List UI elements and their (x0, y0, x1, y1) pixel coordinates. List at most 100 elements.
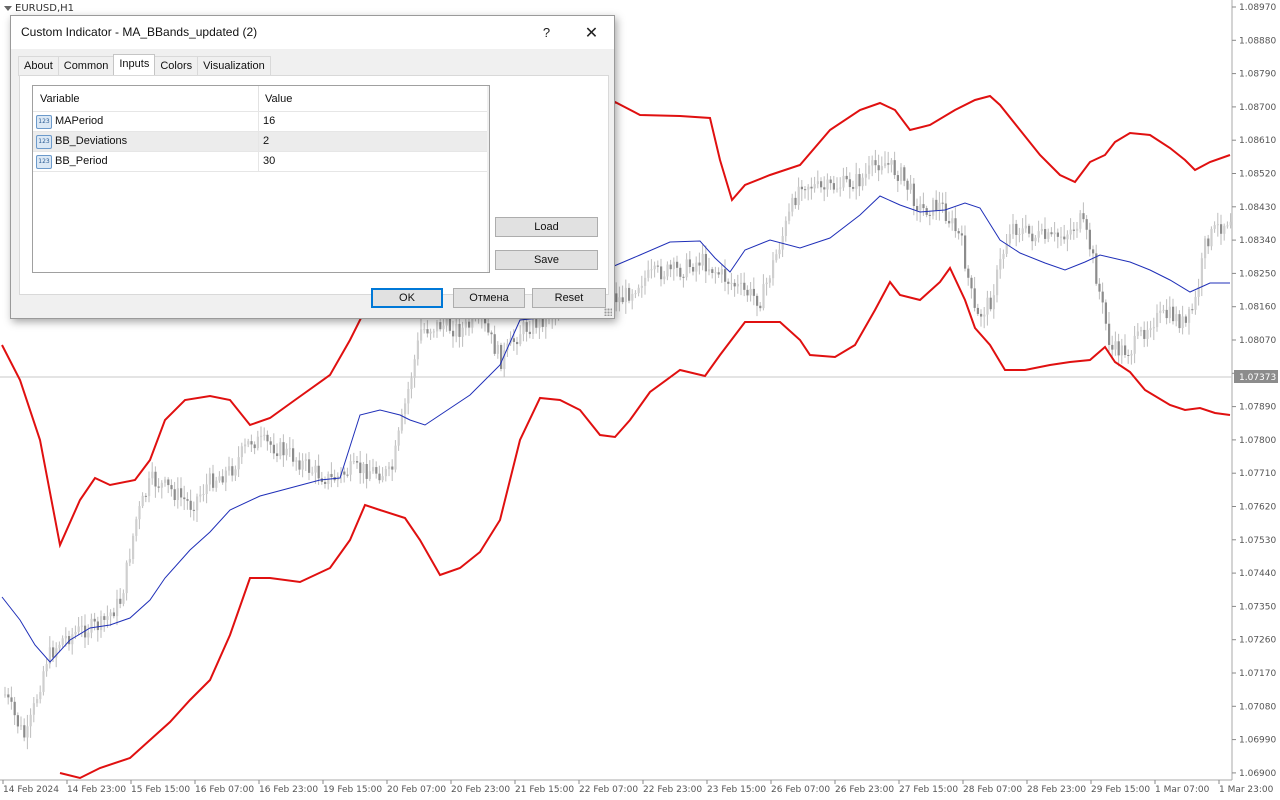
candle-body (784, 220, 787, 236)
candle-body (935, 199, 938, 212)
candle-body (1028, 225, 1031, 234)
tab-visualization[interactable]: Visualization (197, 56, 271, 76)
candle-body (1002, 253, 1005, 259)
candle-body (650, 269, 653, 271)
candle-body (749, 288, 752, 296)
header-value[interactable]: Value (265, 93, 292, 105)
candle-body (1210, 228, 1213, 247)
candle-body (20, 725, 23, 727)
help-button[interactable]: ? (524, 16, 569, 49)
candle-body (1162, 309, 1165, 311)
reset-button[interactable]: Reset (532, 288, 606, 308)
dialog-titlebar[interactable]: Custom Indicator - MA_BBands_updated (2)… (11, 16, 614, 49)
column-divider[interactable] (258, 86, 259, 111)
candle-body (90, 618, 93, 633)
candle-body (624, 287, 627, 303)
candle-body (1124, 345, 1127, 355)
candle-body (7, 694, 10, 698)
candle-body (138, 506, 141, 520)
tab-common[interactable]: Common (57, 56, 115, 76)
tab-about[interactable]: About (18, 56, 59, 76)
candle-body (512, 338, 515, 342)
close-button[interactable]: ✕ (569, 16, 614, 49)
candle-body (192, 509, 195, 511)
candle-body (397, 430, 400, 446)
candle-body (989, 297, 992, 310)
resize-grip-icon[interactable] (604, 308, 612, 316)
candle-body (964, 235, 967, 269)
candle-body (202, 494, 205, 496)
candle-body (813, 184, 816, 189)
candle-body (199, 494, 202, 497)
candle-body (420, 329, 423, 341)
save-button[interactable]: Save (495, 250, 598, 270)
candle-body (80, 625, 83, 627)
candle-body (231, 466, 234, 476)
price-tick-label: 1.08880 (1239, 36, 1276, 46)
candle-body (788, 211, 791, 221)
price-tick-label: 1.08700 (1239, 103, 1276, 113)
candle-body (1216, 224, 1219, 226)
candle-body (877, 165, 880, 171)
candle-body (122, 593, 125, 604)
candle-body (736, 283, 739, 287)
candle-body (701, 253, 704, 266)
ok-button[interactable]: OK (371, 288, 443, 308)
candle-body (1079, 213, 1082, 229)
cancel-button[interactable]: Отмена (453, 288, 525, 308)
table-row[interactable]: 123 BB_Period 30 (33, 152, 489, 172)
candle-body (756, 295, 759, 306)
table-row[interactable]: 123 MAPeriod 16 (33, 112, 489, 132)
candle-body (218, 476, 221, 481)
dialog-title: Custom Indicator - MA_BBands_updated (2) (21, 25, 258, 39)
candle-body (525, 322, 528, 332)
table-scrollbar[interactable] (487, 86, 489, 272)
time-tick-label: 26 Feb 07:00 (771, 785, 830, 795)
candle-body (980, 313, 983, 317)
row-variable: MAPeriod (55, 115, 104, 127)
candle-body (1015, 223, 1018, 235)
row-value[interactable]: 2 (263, 135, 269, 147)
tab-inputs[interactable]: Inputs (113, 54, 156, 77)
candle-body (330, 473, 333, 478)
candle-body (1098, 283, 1101, 292)
candle-body (244, 444, 247, 447)
row-value[interactable]: 30 (263, 155, 275, 167)
price-tick-label: 1.07350 (1239, 602, 1276, 612)
symbol-label[interactable]: EURUSD,H1 (4, 3, 74, 14)
candle-body (1133, 335, 1136, 354)
candle-body (109, 612, 112, 617)
table-row[interactable]: 123 BB_Deviations 2 (33, 132, 489, 152)
load-button[interactable]: Load (495, 217, 598, 237)
price-tick-label: 1.07710 (1239, 469, 1276, 479)
candle-body (954, 218, 957, 232)
candle-body (36, 699, 39, 704)
time-tick-label: 22 Feb 23:00 (643, 785, 702, 795)
candle-body (39, 691, 42, 700)
header-variable[interactable]: Variable (40, 93, 80, 105)
row-value[interactable]: 16 (263, 115, 275, 127)
candle-body (452, 330, 455, 337)
candle-body (720, 269, 723, 275)
candle-body (864, 173, 867, 178)
custom-indicator-dialog: Custom Indicator - MA_BBands_updated (2)… (10, 15, 615, 319)
tab-colors[interactable]: Colors (154, 56, 199, 76)
candle-body (618, 297, 621, 303)
candle-body (208, 473, 211, 485)
candle-body (922, 204, 925, 209)
candle-body (58, 644, 61, 649)
candle-body (1037, 231, 1040, 238)
candle-body (298, 460, 301, 470)
candle-body (1047, 232, 1050, 239)
candle-body (157, 486, 160, 488)
candle-body (1127, 354, 1130, 356)
candle-body (308, 459, 311, 473)
candle-body (733, 282, 736, 287)
candle-body (352, 461, 355, 463)
candle-body (1172, 306, 1175, 322)
candle-body (375, 467, 378, 474)
candle-body (522, 322, 525, 335)
candle-body (695, 262, 698, 272)
candle-body (861, 177, 864, 187)
candle-body (263, 434, 266, 436)
